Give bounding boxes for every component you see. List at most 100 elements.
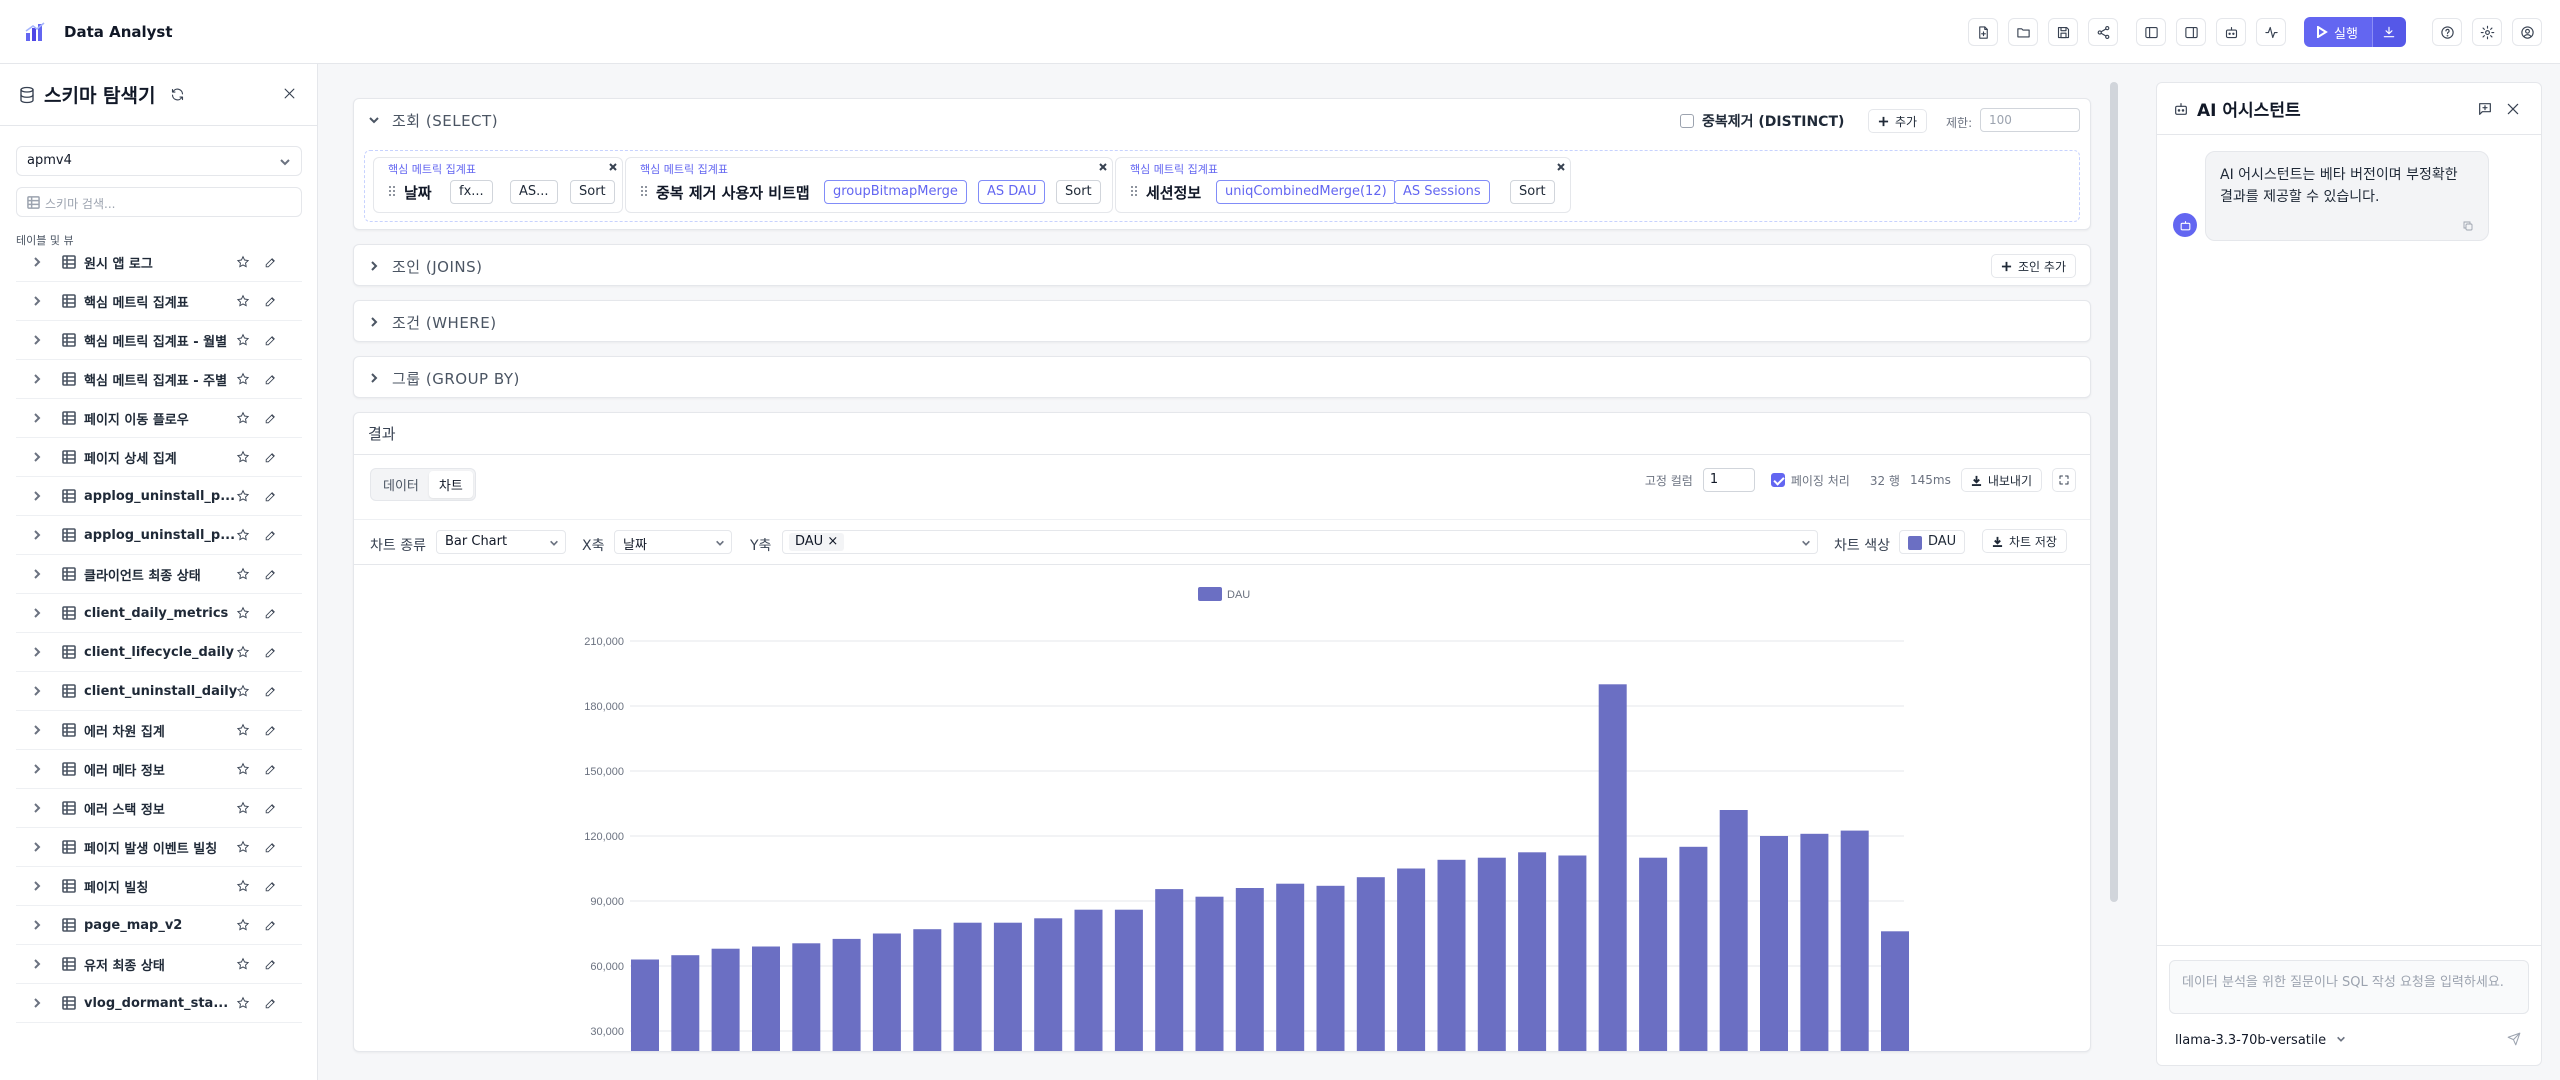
save-button[interactable] bbox=[2048, 18, 2078, 46]
star-icon[interactable] bbox=[236, 450, 250, 464]
edit-icon[interactable] bbox=[264, 724, 277, 737]
table-list-item[interactable]: vlog_dormant_sta... bbox=[16, 984, 302, 1023]
star-icon[interactable] bbox=[236, 723, 250, 737]
chevron-right-icon[interactable] bbox=[32, 959, 42, 969]
fixed-columns-input[interactable]: 1 bbox=[1702, 468, 1755, 492]
star-icon[interactable] bbox=[236, 918, 250, 932]
help-button[interactable] bbox=[2432, 18, 2462, 46]
settings-button[interactable] bbox=[2472, 18, 2502, 46]
chart-type-select[interactable]: Bar Chart bbox=[436, 530, 566, 554]
chevron-right-icon[interactable] bbox=[32, 569, 42, 579]
edit-icon[interactable] bbox=[264, 685, 277, 698]
limit-input[interactable]: 100 bbox=[1980, 108, 2080, 132]
edit-icon[interactable] bbox=[264, 334, 277, 347]
remove-column-icon[interactable] bbox=[608, 162, 618, 172]
drag-handle-icon[interactable] bbox=[640, 185, 648, 197]
star-icon[interactable] bbox=[236, 606, 250, 620]
star-icon[interactable] bbox=[236, 489, 250, 503]
table-list-item[interactable]: client_uninstall_daily bbox=[16, 672, 302, 711]
close-icon[interactable] bbox=[282, 86, 297, 101]
table-list-item[interactable]: 페이지 발생 이벤트 빌칭 bbox=[16, 828, 302, 867]
select-column-card[interactable]: 핵심 메트릭 집계표 세션정보 uniqCombinedMerge(12) AS… bbox=[1115, 157, 1571, 213]
y-axis-select[interactable]: DAU × bbox=[782, 530, 1818, 554]
chevron-right-icon[interactable] bbox=[32, 803, 42, 813]
star-icon[interactable] bbox=[236, 294, 250, 308]
fullscreen-button[interactable] bbox=[2052, 468, 2076, 492]
edit-icon[interactable] bbox=[264, 997, 277, 1010]
toggle-right-panel-button[interactable] bbox=[2176, 18, 2206, 46]
table-list-item[interactable]: 에러 차원 집계 bbox=[16, 711, 302, 750]
star-icon[interactable] bbox=[236, 957, 250, 971]
star-icon[interactable] bbox=[236, 996, 250, 1010]
run-button[interactable]: 실행 bbox=[2304, 17, 2372, 47]
table-list-item[interactable]: 원시 앱 로그 bbox=[16, 243, 302, 282]
chevron-right-icon[interactable] bbox=[32, 296, 42, 306]
new-chat-icon[interactable] bbox=[2477, 101, 2493, 117]
edit-icon[interactable] bbox=[264, 373, 277, 386]
export-button[interactable]: 내보내기 bbox=[1960, 468, 2042, 492]
edit-icon[interactable] bbox=[264, 607, 277, 620]
ai-assistant-button[interactable] bbox=[2216, 18, 2246, 46]
table-list-item[interactable]: 핵심 메트릭 집계표 - 주별 bbox=[16, 360, 302, 399]
table-list-item[interactable]: 클라이언트 최종 상태 bbox=[16, 555, 302, 594]
edit-icon[interactable] bbox=[264, 802, 277, 815]
edit-icon[interactable] bbox=[264, 451, 277, 464]
edit-icon[interactable] bbox=[264, 529, 277, 542]
table-list-item[interactable]: applog_uninstall_p... bbox=[16, 477, 302, 516]
schema-search-input[interactable]: 스키마 검색... bbox=[16, 187, 302, 217]
edit-icon[interactable] bbox=[264, 958, 277, 971]
user-button[interactable] bbox=[2512, 18, 2542, 46]
chevron-right-icon[interactable] bbox=[32, 920, 42, 930]
table-list-item[interactable]: 핵심 메트릭 집계표 - 월별 bbox=[16, 321, 302, 360]
select-column-card[interactable]: 핵심 메트릭 집계표 날짜 fx... AS... Sort bbox=[373, 157, 623, 213]
star-icon[interactable] bbox=[236, 528, 250, 542]
chevron-right-icon[interactable] bbox=[32, 413, 42, 423]
star-icon[interactable] bbox=[236, 879, 250, 893]
function-chip[interactable]: groupBitmapMerge bbox=[824, 180, 967, 204]
star-icon[interactable] bbox=[236, 684, 250, 698]
activity-button[interactable] bbox=[2256, 18, 2286, 46]
add-join-button[interactable]: 조인 추가 bbox=[1991, 254, 2076, 278]
table-list-item[interactable]: 에러 스택 정보 bbox=[16, 789, 302, 828]
function-chip[interactable]: fx... bbox=[450, 180, 493, 204]
chevron-right-icon[interactable] bbox=[32, 764, 42, 774]
joins-panel-header[interactable]: 조인 (JOINS) bbox=[354, 245, 2090, 287]
remove-column-icon[interactable] bbox=[1556, 162, 1566, 172]
edit-icon[interactable] bbox=[264, 919, 277, 932]
table-list-item[interactable]: client_daily_metrics bbox=[16, 594, 302, 633]
remove-tag-icon[interactable]: × bbox=[827, 534, 838, 549]
where-panel-header[interactable]: 조건 (WHERE) bbox=[354, 301, 2090, 343]
edit-icon[interactable] bbox=[264, 646, 277, 659]
chevron-right-icon[interactable] bbox=[32, 335, 42, 345]
star-icon[interactable] bbox=[236, 762, 250, 776]
share-button[interactable] bbox=[2088, 18, 2118, 46]
distinct-checkbox[interactable] bbox=[1680, 114, 1694, 128]
open-folder-button[interactable] bbox=[2008, 18, 2038, 46]
alias-chip[interactable]: AS... bbox=[510, 180, 558, 204]
paging-checkbox[interactable] bbox=[1770, 473, 1785, 487]
chart-color-picker[interactable]: DAU bbox=[1899, 530, 1966, 554]
edit-icon[interactable] bbox=[264, 490, 277, 503]
table-list-item[interactable]: client_lifecycle_daily bbox=[16, 633, 302, 672]
group-by-panel-header[interactable]: 그룹 (GROUP BY) bbox=[354, 357, 2090, 399]
sort-chip[interactable]: Sort bbox=[1056, 180, 1101, 204]
star-icon[interactable] bbox=[236, 411, 250, 425]
chevron-right-icon[interactable] bbox=[32, 998, 42, 1008]
chevron-right-icon[interactable] bbox=[32, 374, 42, 384]
database-select[interactable]: apmv4 bbox=[16, 146, 302, 176]
alias-chip[interactable]: AS DAU bbox=[978, 180, 1046, 204]
edit-icon[interactable] bbox=[264, 763, 277, 776]
drag-handle-icon[interactable] bbox=[388, 185, 396, 197]
chevron-right-icon[interactable] bbox=[32, 725, 42, 735]
star-icon[interactable] bbox=[236, 801, 250, 815]
table-list-item[interactable]: 페이지 이동 플로우 bbox=[16, 399, 302, 438]
star-icon[interactable] bbox=[236, 840, 250, 854]
x-axis-select[interactable]: 날짜 bbox=[614, 530, 732, 554]
y-axis-tag[interactable]: DAU × bbox=[789, 533, 845, 551]
alias-chip[interactable]: AS Sessions bbox=[1394, 180, 1490, 204]
edit-icon[interactable] bbox=[264, 412, 277, 425]
toggle-left-panel-button[interactable] bbox=[2136, 18, 2166, 46]
chevron-right-icon[interactable] bbox=[32, 647, 42, 657]
tab-chart[interactable]: 차트 bbox=[428, 471, 473, 498]
edit-icon[interactable] bbox=[264, 568, 277, 581]
